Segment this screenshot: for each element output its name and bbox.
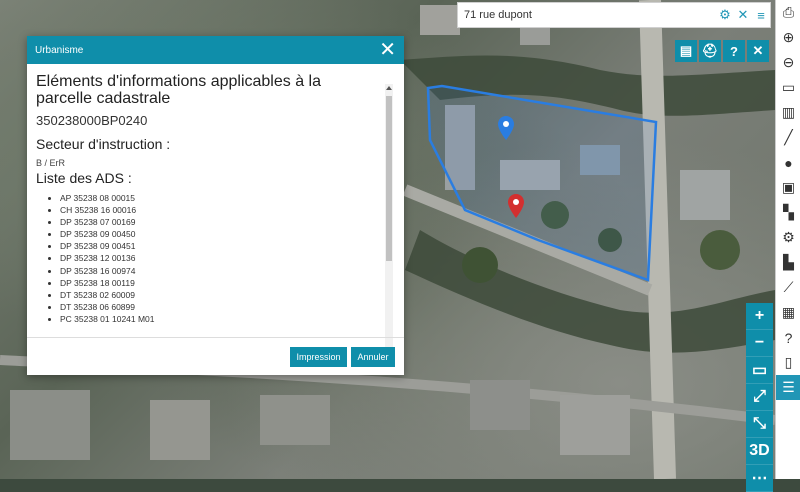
list-item: DP 35238 09 00450 xyxy=(60,228,381,240)
question-icon[interactable]: ? xyxy=(776,325,800,350)
close-icon[interactable]: ✕ xyxy=(379,40,396,60)
upload-icon[interactable]: ⊕ xyxy=(776,25,800,50)
cancel-button[interactable]: Annuler xyxy=(351,347,395,367)
dialog-heading: Eléments d'informations applicables à la… xyxy=(36,73,321,107)
secteur-value: B / ErR xyxy=(36,158,66,168)
zoom-out-icon[interactable]: − xyxy=(746,330,773,357)
list-item: PC 35238 01 10241 M01 xyxy=(60,313,381,325)
divider xyxy=(27,337,404,338)
download-icon[interactable]: ⊖ xyxy=(776,50,800,75)
secteur-label: Secteur d'instruction : xyxy=(36,136,171,152)
save-icon[interactable]: ▣ xyxy=(776,175,800,200)
location-marker-red-icon[interactable] xyxy=(508,194,524,218)
books-icon[interactable]: ▥ xyxy=(776,100,800,125)
settings-icon[interactable]: ⚙ xyxy=(716,7,734,23)
rectangle-select-icon[interactable]: ▭ xyxy=(746,357,773,384)
list-item: CH 35238 16 00016 xyxy=(60,204,381,216)
location-marker-blue-icon[interactable] xyxy=(498,116,514,140)
scroll-thumb[interactable] xyxy=(386,96,392,261)
ruler-icon[interactable]: ╱ xyxy=(776,125,800,150)
list-item: DP 35238 16 00974 xyxy=(60,265,381,277)
right-toolbar: ⎙ ⊕ ⊖ ▭ ▥ ╱ ● ▣ ▚ ⚙ ▙ ⟋ ▦ ? ▯ ☰ xyxy=(775,0,800,479)
print-icon[interactable]: ⎙ xyxy=(776,0,800,25)
dialog-header: Urbanisme ✕ xyxy=(27,36,404,64)
hardhat-icon[interactable]: ⛑ xyxy=(699,40,721,62)
layers-map-icon[interactable]: ▙ xyxy=(776,250,800,275)
dialog-title: Urbanisme xyxy=(35,44,84,56)
ads-list: AP 35238 08 00015 CH 35238 16 00016 DP 3… xyxy=(36,192,381,325)
close-tools-icon[interactable]: ✕ xyxy=(747,40,769,62)
alert-icon[interactable]: ● xyxy=(776,150,800,175)
parcel-id: 350238000BP0240 xyxy=(36,113,148,128)
list-item: DP 35238 09 00451 xyxy=(60,240,381,252)
menu-icon[interactable]: ≡ xyxy=(752,8,770,23)
dialog-scrollbar[interactable] xyxy=(385,84,393,354)
three-d-button[interactable]: 3D xyxy=(746,438,773,465)
folder-icon[interactable]: ▭ xyxy=(776,75,800,100)
expand-icon[interactable]: ⤡ xyxy=(746,411,773,438)
list-icon[interactable]: ☰ xyxy=(776,375,800,400)
chart-line-icon[interactable]: ⟋ xyxy=(776,275,800,300)
dialog-body[interactable]: Eléments d'informations applicables à la… xyxy=(27,64,404,364)
grid-icon[interactable]: ▦ xyxy=(776,300,800,325)
ads-label: Liste des ADS : xyxy=(36,170,132,186)
document-icon[interactable]: ▤ xyxy=(675,40,697,62)
print-button[interactable]: Impression xyxy=(290,347,347,367)
search-bar[interactable]: 71 rue dupont ⚙ ✕ ≡ xyxy=(457,2,771,28)
list-item: DP 35238 07 00169 xyxy=(60,216,381,228)
search-input[interactable]: 71 rue dupont xyxy=(458,9,716,21)
list-item: DP 35238 18 00119 xyxy=(60,277,381,289)
urbanisme-dialog: Urbanisme ✕ Eléments d'informations appl… xyxy=(27,36,404,375)
scroll-up-icon[interactable] xyxy=(386,86,392,90)
help-icon[interactable]: ? xyxy=(723,40,745,62)
list-item: DT 35238 02 60009 xyxy=(60,289,381,301)
map-nav-stack: + − ▭ ⤢ ⤡ 3D ⋯ xyxy=(746,303,773,492)
fullscreen-icon[interactable]: ⤢ xyxy=(746,384,773,411)
gear-icon[interactable]: ⚙ xyxy=(776,225,800,250)
list-item: DT 35238 06 60899 xyxy=(60,301,381,313)
list-item: DP 35238 12 00136 xyxy=(60,252,381,264)
zoom-in-icon[interactable]: + xyxy=(746,303,773,330)
trash-icon[interactable]: ▯ xyxy=(776,350,800,375)
list-item: AP 35238 08 00015 xyxy=(60,192,381,204)
clear-search-icon[interactable]: ✕ xyxy=(734,7,752,23)
map-icon[interactable]: ▚ xyxy=(776,200,800,225)
map-top-tools: ▤ ⛑ ? ✕ xyxy=(675,40,769,62)
